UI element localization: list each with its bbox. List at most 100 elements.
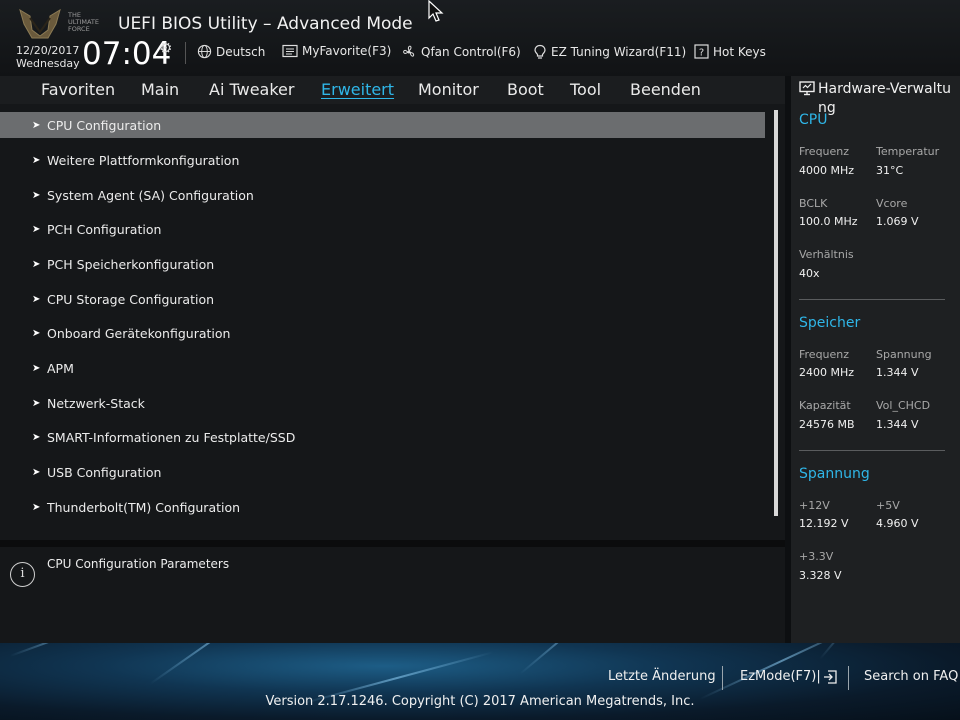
help-text: CPU Configuration Parameters <box>47 557 230 571</box>
language-label: Deutsch <box>216 44 266 59</box>
memory-capacity-value: 24576 MB <box>799 418 855 431</box>
menu-item-system-agent[interactable]: ➤ System Agent (SA) Configuration <box>0 182 765 208</box>
menu-item-usb-configuration[interactable]: ➤ USB Configuration <box>0 459 765 485</box>
tab-tool[interactable]: Tool <box>570 80 601 99</box>
bulb-icon <box>534 44 546 59</box>
menu-item-label: PCH Speicherkonfiguration <box>47 256 215 272</box>
memory-frequency-value: 2400 MHz <box>799 366 855 379</box>
section-divider <box>799 299 945 300</box>
tab-erweitert[interactable]: Erweitert <box>321 80 394 99</box>
exit-icon <box>823 669 837 684</box>
chevron-right-icon: ➤ <box>32 501 41 513</box>
footer-divider <box>722 666 723 690</box>
chevron-right-icon: ➤ <box>32 397 41 409</box>
chevron-right-icon: ➤ <box>32 258 41 270</box>
memory-volchcd-label: Vol_CHCD <box>876 399 931 412</box>
cpu-vcore-value: 1.069 V <box>876 215 919 228</box>
clock-display[interactable]: 07:04 <box>82 36 171 72</box>
fan-icon <box>403 45 415 57</box>
cpu-temperature-label: Temperatur <box>876 145 940 158</box>
chevron-right-icon: ➤ <box>32 119 41 131</box>
tab-monitor[interactable]: Monitor <box>418 80 479 99</box>
chevron-right-icon: ➤ <box>32 293 41 305</box>
v12-value: 12.192 V <box>799 517 849 530</box>
menu-item-smart-informationen[interactable]: ➤ SMART-Informationen zu Festplatte/SSD <box>0 424 765 450</box>
header-divider <box>185 42 186 64</box>
cpu-vcore-label: Vcore <box>876 197 908 210</box>
menu-item-netzwerk-stack[interactable]: ➤ Netzwerk-Stack <box>0 390 765 416</box>
myfavorite-label: MyFavorite(F3) <box>302 44 392 58</box>
memory-heading: Speicher <box>799 315 861 331</box>
ez-tuning-button[interactable]: EZ Tuning Wizard(F11) <box>533 44 686 60</box>
decor-streak <box>9 643 124 657</box>
gear-icon[interactable]: ⚙ <box>159 39 172 57</box>
tab-beenden[interactable]: Beenden <box>630 80 701 99</box>
menu-item-label: Weitere Plattformkonfiguration <box>47 152 240 168</box>
menu-item-weitere-plattformkonfiguration[interactable]: ➤ Weitere Plattformkonfiguration <box>0 147 765 173</box>
chevron-right-icon: ➤ <box>32 431 41 443</box>
footer-divider <box>848 666 849 690</box>
globe-icon <box>197 44 212 59</box>
mouse-cursor-icon <box>428 0 444 22</box>
decor-streak <box>149 643 282 685</box>
menu-item-thunderbolt-configuration[interactable]: ➤ Thunderbolt(TM) Configuration <box>0 494 765 520</box>
hot-keys-button[interactable]: ? Hot Keys <box>694 44 766 59</box>
chevron-right-icon: ➤ <box>32 223 41 235</box>
tab-boot[interactable]: Boot <box>507 80 544 99</box>
memory-volchcd-value: 1.344 V <box>876 418 919 431</box>
ezmode-button[interactable]: EzMode(F7)| <box>740 669 837 684</box>
app-title: UEFI BIOS Utility – Advanced Mode <box>118 14 413 34</box>
menu-item-label: PCH Configuration <box>47 221 162 237</box>
tab-main[interactable]: Main <box>141 80 179 99</box>
chevron-right-icon: ➤ <box>32 327 41 339</box>
date-display[interactable]: 12/20/2017 Wednesday <box>16 44 80 70</box>
menu-item-cpu-configuration[interactable]: ➤ CPU Configuration <box>0 112 765 138</box>
memory-capacity-label: Kapazität <box>799 399 851 412</box>
cpu-ratio-label: Verhältnis <box>799 248 854 261</box>
menu-item-label: Netzwerk-Stack <box>47 395 145 411</box>
v33-label: +3.3V <box>799 550 834 563</box>
chevron-right-icon: ➤ <box>32 154 41 166</box>
tab-favoriten[interactable]: Favoriten <box>41 80 115 99</box>
menu-item-cpu-storage-configuration[interactable]: ➤ CPU Storage Configuration <box>0 286 765 312</box>
menu-item-label: CPU Storage Configuration <box>47 291 215 307</box>
menu-item-label: Thunderbolt(TM) Configuration <box>47 499 241 515</box>
hot-keys-label: Hot Keys <box>713 44 766 59</box>
last-change-button[interactable]: Letzte Änderung <box>608 669 716 684</box>
menu-item-label: CPU Configuration <box>47 117 162 133</box>
menu-item-label: System Agent (SA) Configuration <box>47 187 254 203</box>
chevron-right-icon: ➤ <box>32 466 41 478</box>
cpu-bclk-value: 100.0 MHz <box>799 215 858 228</box>
v5-label: +5V <box>876 499 900 512</box>
menu-item-pch-configuration[interactable]: ➤ PCH Configuration <box>0 216 765 242</box>
qfan-label: Qfan Control(F6) <box>421 45 521 59</box>
menu-item-apm[interactable]: ➤ APM <box>0 355 765 381</box>
chevron-right-icon: ➤ <box>32 362 41 374</box>
v33-value: 3.328 V <box>799 569 842 582</box>
search-faq-button[interactable]: Search on FAQ <box>864 669 958 684</box>
cpu-frequency-value: 4000 MHz <box>799 164 855 177</box>
memory-voltage-label: Spannung <box>876 348 932 361</box>
voltage-heading: Spannung <box>799 466 870 482</box>
version-text: Version 2.17.1246. Copyright (C) 2017 Am… <box>265 694 695 709</box>
menu-item-label: Onboard Gerätekonfiguration <box>47 325 231 341</box>
ezmode-label: EzMode(F7)| <box>740 669 821 684</box>
memory-frequency-label: Frequenz <box>799 348 850 361</box>
v5-value: 4.960 V <box>876 517 919 530</box>
cpu-bclk-label: BCLK <box>799 197 828 210</box>
tab-ai-tweaker[interactable]: Ai Tweaker <box>209 80 294 99</box>
favorite-icon <box>282 44 298 58</box>
weekday-text: Wednesday <box>16 57 80 70</box>
cpu-ratio-value: 40x <box>799 267 820 280</box>
menu-item-pch-speicherkonfiguration[interactable]: ➤ PCH Speicherkonfiguration <box>0 251 765 277</box>
myfavorite-button[interactable]: MyFavorite(F3) <box>282 44 391 58</box>
menu-item-onboard-geraetekonfiguration[interactable]: ➤ Onboard Gerätekonfiguration <box>0 320 765 346</box>
help-icon: ? <box>694 44 709 59</box>
hardware-monitor-title: Hardware-Verwaltung <box>818 81 951 116</box>
panel-divider <box>0 540 785 547</box>
menu-item-label: USB Configuration <box>47 464 162 480</box>
chevron-right-icon: ➤ <box>32 189 41 201</box>
language-button[interactable]: Deutsch <box>197 44 265 59</box>
qfan-button[interactable]: Qfan Control(F6) <box>401 44 521 60</box>
menu-scrollbar[interactable] <box>774 110 778 516</box>
